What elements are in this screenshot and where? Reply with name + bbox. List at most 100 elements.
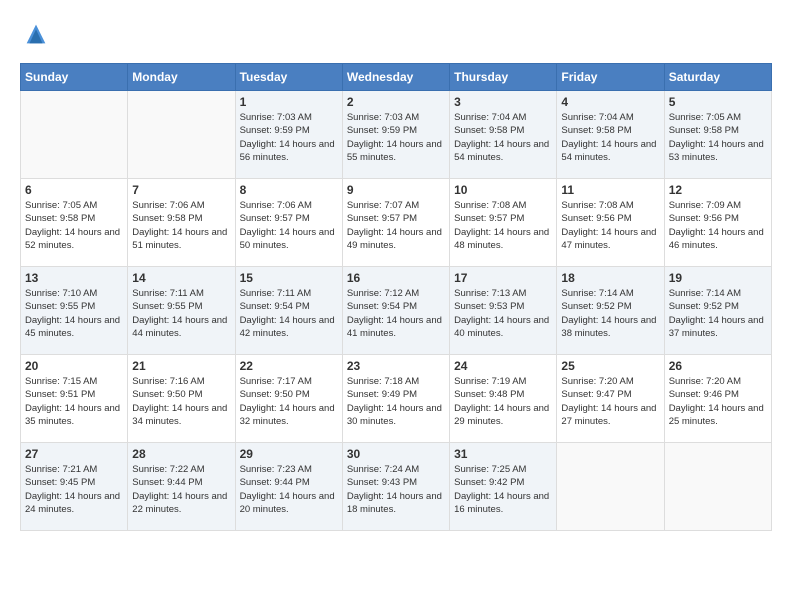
calendar-header-row: SundayMondayTuesdayWednesdayThursdayFrid… bbox=[21, 64, 772, 91]
calendar-week-row: 13 Sunrise: 7:10 AMSunset: 9:55 PMDayligh… bbox=[21, 267, 772, 355]
calendar-cell: 30Sunrise: 7:24 AMSunset: 9:43 PMDayligh… bbox=[342, 443, 449, 531]
day-info: Sunrise: 7:06 AMSunset: 9:58 PMDaylight:… bbox=[132, 199, 230, 252]
day-number: 1 bbox=[240, 95, 338, 109]
day-number: 15 bbox=[240, 271, 338, 285]
calendar-cell: 28 Sunrise: 7:22 AMSunset: 9:44 PMDayligh… bbox=[128, 443, 235, 531]
day-number: 8 bbox=[240, 183, 338, 197]
day-number: 24 bbox=[454, 359, 552, 373]
day-info: Sunrise: 7:17 AMSunset: 9:50 PMDaylight:… bbox=[240, 375, 338, 428]
day-info: Sunrise: 7:14 AMSunset: 9:52 PMDaylight:… bbox=[669, 287, 767, 340]
calendar-week-row: 27Sunrise: 7:21 AMSunset: 9:45 PMDayligh… bbox=[21, 443, 772, 531]
day-number: 13 bbox=[25, 271, 123, 285]
day-info: Sunrise: 7:09 AMSunset: 9:56 PMDaylight:… bbox=[669, 199, 767, 252]
day-number: 23 bbox=[347, 359, 445, 373]
day-info: Sunrise: 7:10 AMSunset: 9:55 PMDaylight:… bbox=[25, 287, 123, 340]
calendar-cell: 12 Sunrise: 7:09 AMSunset: 9:56 PMDayligh… bbox=[664, 179, 771, 267]
calendar-cell: 2 Sunrise: 7:03 AMSunset: 9:59 PMDaylight… bbox=[342, 91, 449, 179]
column-header-friday: Friday bbox=[557, 64, 664, 91]
day-number: 17 bbox=[454, 271, 552, 285]
calendar-cell: 24 Sunrise: 7:19 AMSunset: 9:48 PMDayligh… bbox=[450, 355, 557, 443]
calendar-cell: 8 Sunrise: 7:06 AMSunset: 9:57 PMDaylight… bbox=[235, 179, 342, 267]
day-number: 4 bbox=[561, 95, 659, 109]
day-info: Sunrise: 7:11 AMSunset: 9:54 PMDaylight:… bbox=[240, 287, 338, 340]
calendar-cell: 7 Sunrise: 7:06 AMSunset: 9:58 PMDaylight… bbox=[128, 179, 235, 267]
calendar-cell: 22 Sunrise: 7:17 AMSunset: 9:50 PMDayligh… bbox=[235, 355, 342, 443]
day-info: Sunrise: 7:03 AMSunset: 9:59 PMDaylight:… bbox=[347, 111, 445, 164]
logo-icon bbox=[22, 20, 50, 48]
day-number: 3 bbox=[454, 95, 552, 109]
day-number: 2 bbox=[347, 95, 445, 109]
calendar-cell: 26 Sunrise: 7:20 AMSunset: 9:46 PMDayligh… bbox=[664, 355, 771, 443]
calendar-cell: 23Sunrise: 7:18 AMSunset: 9:49 PMDayligh… bbox=[342, 355, 449, 443]
day-number: 18 bbox=[561, 271, 659, 285]
day-number: 11 bbox=[561, 183, 659, 197]
calendar-cell: 13 Sunrise: 7:10 AMSunset: 9:55 PMDayligh… bbox=[21, 267, 128, 355]
column-header-thursday: Thursday bbox=[450, 64, 557, 91]
calendar-cell: 14 Sunrise: 7:11 AMSunset: 9:55 PMDayligh… bbox=[128, 267, 235, 355]
calendar-cell: 27Sunrise: 7:21 AMSunset: 9:45 PMDayligh… bbox=[21, 443, 128, 531]
calendar-cell: 15 Sunrise: 7:11 AMSunset: 9:54 PMDayligh… bbox=[235, 267, 342, 355]
day-info: Sunrise: 7:11 AMSunset: 9:55 PMDaylight:… bbox=[132, 287, 230, 340]
day-info: Sunrise: 7:03 AMSunset: 9:59 PMDaylight:… bbox=[240, 111, 338, 164]
day-number: 12 bbox=[669, 183, 767, 197]
column-header-saturday: Saturday bbox=[664, 64, 771, 91]
day-info: Sunrise: 7:13 AMSunset: 9:53 PMDaylight:… bbox=[454, 287, 552, 340]
calendar-cell: 21 Sunrise: 7:16 AMSunset: 9:50 PMDayligh… bbox=[128, 355, 235, 443]
day-number: 10 bbox=[454, 183, 552, 197]
day-info: Sunrise: 7:12 AMSunset: 9:54 PMDaylight:… bbox=[347, 287, 445, 340]
calendar-cell: 17 Sunrise: 7:13 AMSunset: 9:53 PMDayligh… bbox=[450, 267, 557, 355]
calendar-cell: 29 Sunrise: 7:23 AMSunset: 9:44 PMDayligh… bbox=[235, 443, 342, 531]
day-number: 9 bbox=[347, 183, 445, 197]
day-info: Sunrise: 7:23 AMSunset: 9:44 PMDaylight:… bbox=[240, 463, 338, 516]
day-number: 26 bbox=[669, 359, 767, 373]
day-number: 28 bbox=[132, 447, 230, 461]
day-number: 21 bbox=[132, 359, 230, 373]
day-number: 5 bbox=[669, 95, 767, 109]
calendar-cell: 10 Sunrise: 7:08 AMSunset: 9:57 PMDayligh… bbox=[450, 179, 557, 267]
calendar-cell bbox=[664, 443, 771, 531]
calendar-cell bbox=[128, 91, 235, 179]
day-info: Sunrise: 7:15 AMSunset: 9:51 PMDaylight:… bbox=[25, 375, 123, 428]
day-number: 19 bbox=[669, 271, 767, 285]
calendar-week-row: 20 Sunrise: 7:15 AMSunset: 9:51 PMDayligh… bbox=[21, 355, 772, 443]
day-info: Sunrise: 7:16 AMSunset: 9:50 PMDaylight:… bbox=[132, 375, 230, 428]
day-info: Sunrise: 7:04 AMSunset: 9:58 PMDaylight:… bbox=[561, 111, 659, 164]
day-number: 16 bbox=[347, 271, 445, 285]
day-info: Sunrise: 7:24 AMSunset: 9:43 PMDaylight:… bbox=[347, 463, 445, 516]
day-info: Sunrise: 7:08 AMSunset: 9:57 PMDaylight:… bbox=[454, 199, 552, 252]
column-header-monday: Monday bbox=[128, 64, 235, 91]
day-info: Sunrise: 7:05 AMSunset: 9:58 PMDaylight:… bbox=[669, 111, 767, 164]
page-header bbox=[20, 20, 772, 53]
day-info: Sunrise: 7:20 AMSunset: 9:47 PMDaylight:… bbox=[561, 375, 659, 428]
day-number: 29 bbox=[240, 447, 338, 461]
calendar-cell: 5 Sunrise: 7:05 AMSunset: 9:58 PMDaylight… bbox=[664, 91, 771, 179]
day-info: Sunrise: 7:08 AMSunset: 9:56 PMDaylight:… bbox=[561, 199, 659, 252]
day-info: Sunrise: 7:25 AMSunset: 9:42 PMDaylight:… bbox=[454, 463, 552, 516]
calendar-cell: 25 Sunrise: 7:20 AMSunset: 9:47 PMDayligh… bbox=[557, 355, 664, 443]
calendar-cell: 18 Sunrise: 7:14 AMSunset: 9:52 PMDayligh… bbox=[557, 267, 664, 355]
day-info: Sunrise: 7:14 AMSunset: 9:52 PMDaylight:… bbox=[561, 287, 659, 340]
day-info: Sunrise: 7:19 AMSunset: 9:48 PMDaylight:… bbox=[454, 375, 552, 428]
calendar-cell: 16 Sunrise: 7:12 AMSunset: 9:54 PMDayligh… bbox=[342, 267, 449, 355]
day-info: Sunrise: 7:07 AMSunset: 9:57 PMDaylight:… bbox=[347, 199, 445, 252]
day-number: 25 bbox=[561, 359, 659, 373]
column-header-wednesday: Wednesday bbox=[342, 64, 449, 91]
calendar-cell: 4 Sunrise: 7:04 AMSunset: 9:58 PMDaylight… bbox=[557, 91, 664, 179]
day-info: Sunrise: 7:04 AMSunset: 9:58 PMDaylight:… bbox=[454, 111, 552, 164]
calendar-cell: 20 Sunrise: 7:15 AMSunset: 9:51 PMDayligh… bbox=[21, 355, 128, 443]
column-header-sunday: Sunday bbox=[21, 64, 128, 91]
day-number: 20 bbox=[25, 359, 123, 373]
day-info: Sunrise: 7:20 AMSunset: 9:46 PMDaylight:… bbox=[669, 375, 767, 428]
day-number: 6 bbox=[25, 183, 123, 197]
calendar-cell bbox=[557, 443, 664, 531]
calendar-week-row: 1 Sunrise: 7:03 AMSunset: 9:59 PMDaylight… bbox=[21, 91, 772, 179]
day-number: 14 bbox=[132, 271, 230, 285]
day-number: 22 bbox=[240, 359, 338, 373]
day-info: Sunrise: 7:22 AMSunset: 9:44 PMDaylight:… bbox=[132, 463, 230, 516]
day-number: 7 bbox=[132, 183, 230, 197]
calendar-cell: 3 Sunrise: 7:04 AMSunset: 9:58 PMDaylight… bbox=[450, 91, 557, 179]
calendar-cell: 9 Sunrise: 7:07 AMSunset: 9:57 PMDaylight… bbox=[342, 179, 449, 267]
day-info: Sunrise: 7:05 AMSunset: 9:58 PMDaylight:… bbox=[25, 199, 123, 252]
calendar-cell bbox=[21, 91, 128, 179]
day-info: Sunrise: 7:06 AMSunset: 9:57 PMDaylight:… bbox=[240, 199, 338, 252]
